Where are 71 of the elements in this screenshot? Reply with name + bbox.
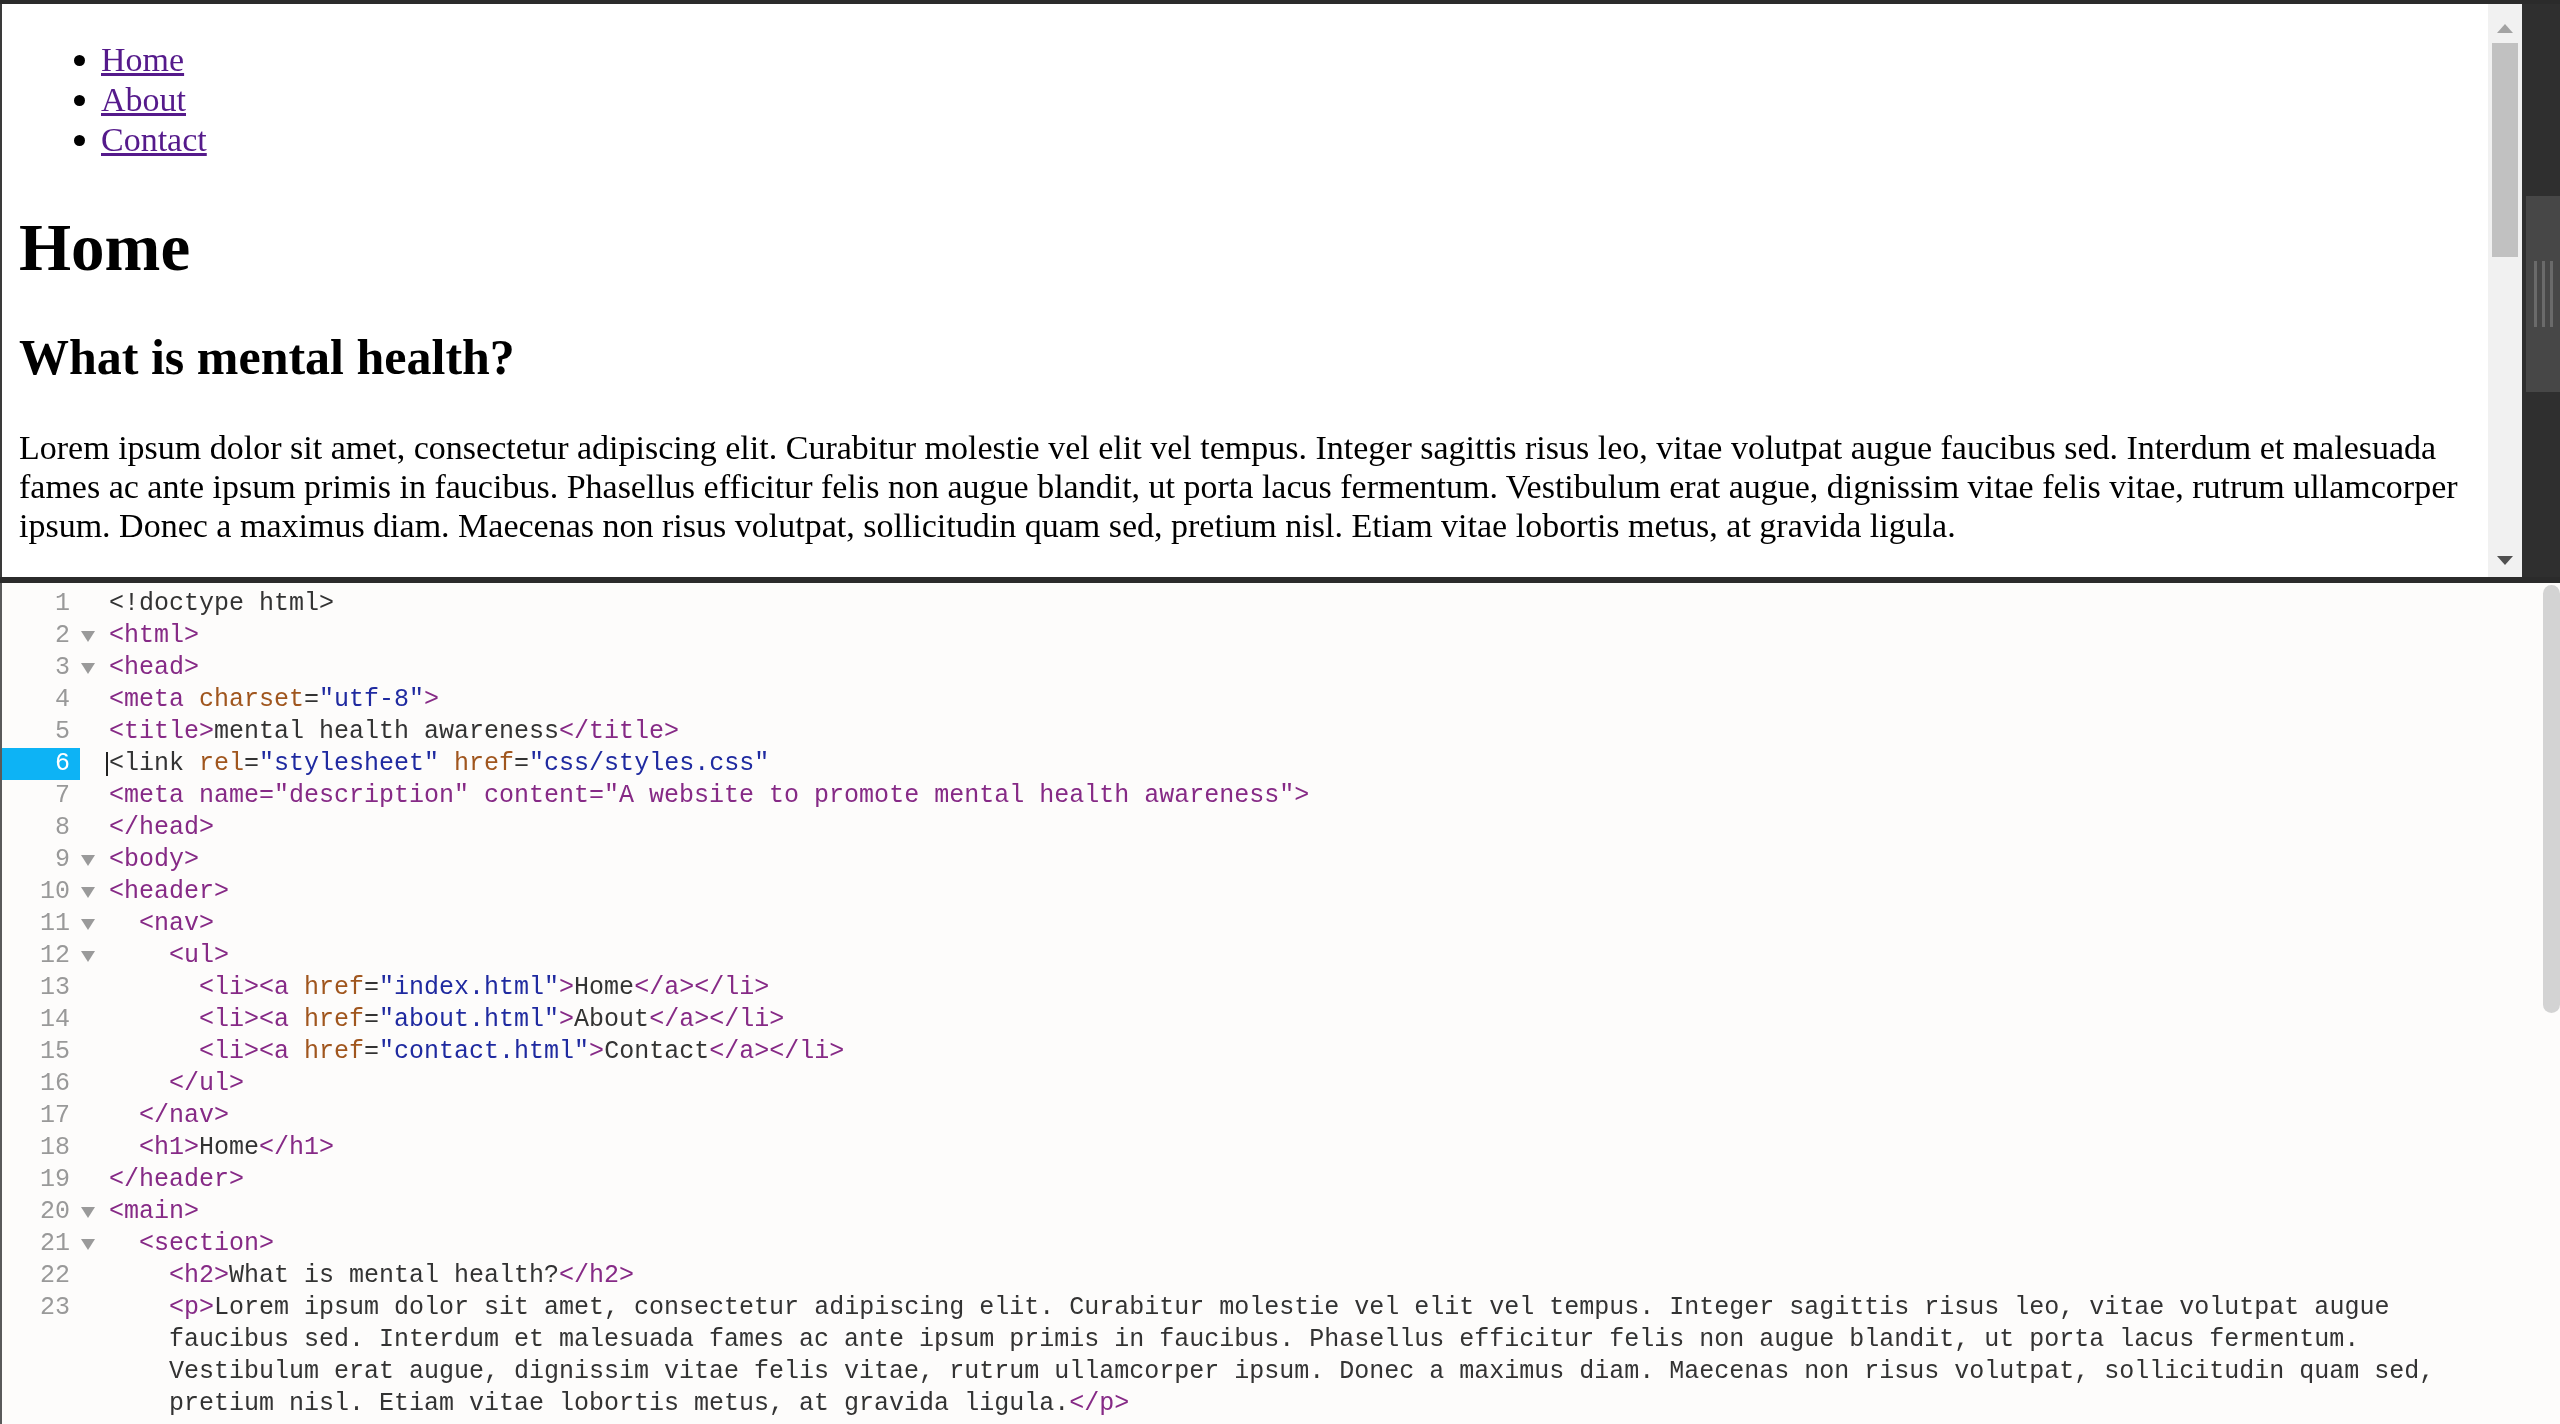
code-line: <ul> [168, 940, 230, 972]
line-number: 15 [39, 1036, 71, 1068]
nav-link[interactable]: About [101, 80, 186, 120]
code-line: <li><a href="contact.html">Contact</a></li> [198, 1036, 845, 1068]
down-arrow-icon[interactable] [2497, 556, 2513, 565]
code-line: <html> [109, 620, 199, 652]
code-line: <li><a href="index.html">Home</a></li> [198, 972, 770, 1004]
line-number: 13 [39, 972, 71, 1004]
line-number: 20 [39, 1196, 71, 1228]
resize-handle[interactable] [2526, 196, 2560, 392]
body-paragraph: Lorem ipsum dolor sit amet, consectetur adipiscing elit. Curabitur molestie vel elit vel tempus. Integer sagittis risus leo, vitae volutpat augue faucibus sed. Interdum et malesuada fames ac ante ipsum primis in faucibus. Phasellus efficitur felis non augue blandit, ut porta lacus fermentum. Vestibulum erat augue, dignissim vitae felis vitae, rutrum ullamcorper ipsum. Donec a maximus diam. Maecenas non risus volutpat, sollicitudin quam sed, pretium nisl. Etiam vitae lobortis metus, at gravida ligula. [19, 428, 2459, 545]
fold-arrow-icon[interactable] [81, 854, 95, 866]
scrollbar-thumb[interactable] [2492, 43, 2518, 257]
nav-link[interactable]: Home [101, 40, 185, 80]
fold-arrow-icon[interactable] [81, 1206, 95, 1218]
scrollbar-thumb[interactable] [2543, 585, 2560, 1013]
line-number: 16 [39, 1068, 71, 1100]
code-line: <meta name="description" content="A website to promote mental health awareness"> [109, 780, 1310, 812]
code-line: <title>mental health awareness</title> [109, 716, 680, 748]
code-line: <body> [109, 844, 199, 876]
bullet-icon [74, 134, 85, 146]
grip-icon [2533, 261, 2553, 327]
section-heading: What is mental health? [19, 328, 516, 386]
code-line: <header> [109, 876, 230, 908]
code-line: <h2>What is mental health?</h2> [168, 1260, 635, 1292]
line-number: 6 [2, 748, 80, 780]
code-line: <main> [109, 1196, 199, 1228]
bullet-icon [74, 54, 85, 66]
code-line: <nav> [138, 908, 215, 940]
line-number: 18 [39, 1132, 71, 1164]
code-line: </ul> [168, 1068, 245, 1100]
code-line: <h1>Home</h1> [138, 1132, 335, 1164]
fold-arrow-icon[interactable] [81, 886, 95, 898]
fold-arrow-icon[interactable] [81, 950, 95, 962]
fold-arrow-icon[interactable] [81, 662, 95, 674]
line-number: 14 [39, 1004, 71, 1036]
bullet-icon [74, 94, 85, 106]
code-line: <head> [109, 652, 199, 684]
fold-arrow-icon[interactable] [81, 630, 95, 642]
up-arrow-icon[interactable] [2497, 24, 2513, 33]
code-line: </nav> [138, 1100, 230, 1132]
line-number: 7 [54, 780, 71, 812]
page-heading: Home [19, 209, 192, 286]
line-number: 8 [54, 812, 71, 844]
code-line: <p>Lorem ipsum dolor sit amet, consectetur adipiscing elit. Curabitur molestie vel elit vel tempus. Integer sagittis risus leo, vitae volutpat augue faucibus sed. Interdum et malesuada fames ac ante ipsum primis in faucibus. Phasellus efficitur felis non augue blandit, ut porta lacus fermentum. Vestibulum erat augue, dignissim vitae felis vitae, rutrum ullamcorper ipsum. Donec a maximus diam. Maecenas non risus volutpat, sollicitudin quam sed, pretium nisl. Etiam vitae lobortis metus, at gravida ligula.</p> [168, 1292, 2436, 1420]
code-line: </header> [109, 1164, 245, 1196]
code-line: <li><a href="about.html">About</a></li> [198, 1004, 785, 1036]
line-number: 3 [54, 652, 71, 684]
line-number: 22 [39, 1260, 71, 1292]
line-number: 19 [39, 1164, 71, 1196]
line-number: 4 [54, 684, 71, 716]
nav-link[interactable]: Contact [101, 120, 207, 160]
text-cursor [106, 752, 108, 776]
code-line: <!doctype html> [109, 588, 335, 620]
code-line: <meta charset="utf-8"> [109, 684, 440, 716]
line-number: 12 [39, 940, 71, 972]
scrollbar-track[interactable] [2488, 4, 2522, 577]
fold-arrow-icon[interactable] [81, 1238, 95, 1250]
line-number: 17 [39, 1100, 71, 1132]
line-number: 1 [54, 588, 71, 620]
line-number: 9 [54, 844, 71, 876]
line-number: 11 [39, 908, 71, 940]
fold-arrow-icon[interactable] [81, 918, 95, 930]
line-number: 5 [54, 716, 71, 748]
line-number: 23 [39, 1292, 71, 1324]
line-number: 2 [54, 620, 71, 652]
line-number: 21 [39, 1228, 71, 1260]
line-number: 10 [39, 876, 71, 908]
code-line: <link rel="stylesheet" href="css/styles.css" [109, 748, 770, 780]
code-line: </head> [109, 812, 215, 844]
code-line: <section> [138, 1228, 275, 1260]
